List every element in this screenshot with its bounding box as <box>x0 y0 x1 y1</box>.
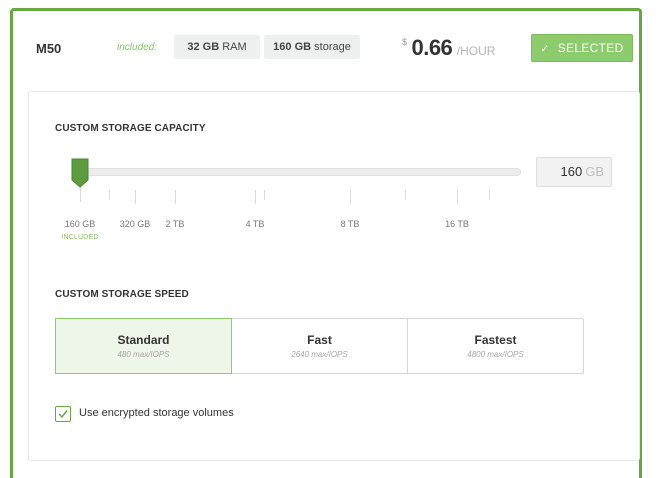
ram-unit: RAM <box>222 41 247 53</box>
selected-button[interactable]: ✓ SELECTED <box>531 34 633 62</box>
tick-label: 160 GB <box>64 219 96 229</box>
storage-panel: CUSTOM STORAGE CAPACITY 160 GB INCLUDED 32… <box>28 91 640 461</box>
storage-speed-options: Standard 480 max/IOPS Fast 2640 max/IOPS… <box>55 318 584 374</box>
price: $ 0.66 /HOUR <box>402 35 495 61</box>
storage-capacity-title: CUSTOM STORAGE CAPACITY <box>55 123 206 134</box>
tick-label: 8 TB <box>340 219 360 229</box>
speed-option-fast[interactable]: Fast 2640 max/IOPS <box>232 319 408 373</box>
tick-sublabel: INCLUDED <box>61 234 99 241</box>
ram-value: 32 GB <box>187 41 220 53</box>
check-icon: ✓ <box>540 44 550 55</box>
storage-speed-title: CUSTOM STORAGE SPEED <box>55 289 189 300</box>
selected-label: SELECTED <box>557 41 624 55</box>
encryption-label[interactable]: Use encrypted storage volumes <box>79 407 234 419</box>
storage-slider-handle[interactable] <box>71 158 89 188</box>
price-amount: 0.66 <box>411 35 453 60</box>
storage-slider-track[interactable] <box>75 168 521 176</box>
slider-tick <box>457 190 458 204</box>
storage-pill: 160 GB storage <box>264 35 360 59</box>
plan-header: M50 included: 32 GB RAM 160 GB storage $… <box>13 11 639 91</box>
storage-value: 160 GB <box>273 41 312 53</box>
slider-tick <box>135 190 136 204</box>
slider-minor-tick <box>405 190 406 200</box>
storage-unit: storage <box>314 41 351 53</box>
speed-name: Standard <box>117 333 170 347</box>
price-unit: /HOUR <box>456 44 496 58</box>
storage-capacity-input[interactable]: 160 GB <box>536 157 612 187</box>
tick-label: 16 TB <box>445 219 469 229</box>
speed-name: Fastest <box>474 333 517 347</box>
speed-name: Fast <box>307 333 332 347</box>
capacity-unit: GB <box>585 164 604 179</box>
tick-label: 2 TB <box>165 219 185 229</box>
checkmark-icon <box>58 410 68 419</box>
tick-label: 320 GB <box>119 219 151 229</box>
included-label: included: <box>117 42 158 53</box>
speed-option-standard[interactable]: Standard 480 max/IOPS <box>55 318 232 374</box>
speed-option-fastest[interactable]: Fastest 4800 max/IOPS <box>408 319 583 373</box>
speed-iops: 4800 max/IOPS <box>467 350 524 359</box>
speed-iops: 2640 max/IOPS <box>291 350 348 359</box>
slider-minor-tick <box>264 190 265 200</box>
tick-label: 4 TB <box>245 219 265 229</box>
encryption-checkbox[interactable] <box>55 406 71 422</box>
plan-card: M50 included: 32 GB RAM 160 GB storage $… <box>10 8 642 478</box>
slider-tick <box>175 190 176 204</box>
plan-name: M50 <box>36 41 62 56</box>
slider-minor-tick <box>489 190 490 200</box>
slider-minor-tick <box>109 190 110 200</box>
speed-iops: 480 max/IOPS <box>117 350 170 359</box>
capacity-value: 160 <box>560 164 583 179</box>
ram-pill: 32 GB RAM <box>174 35 260 59</box>
price-currency: $ <box>402 37 408 47</box>
slider-tick <box>350 190 351 204</box>
slider-tick <box>255 190 256 204</box>
